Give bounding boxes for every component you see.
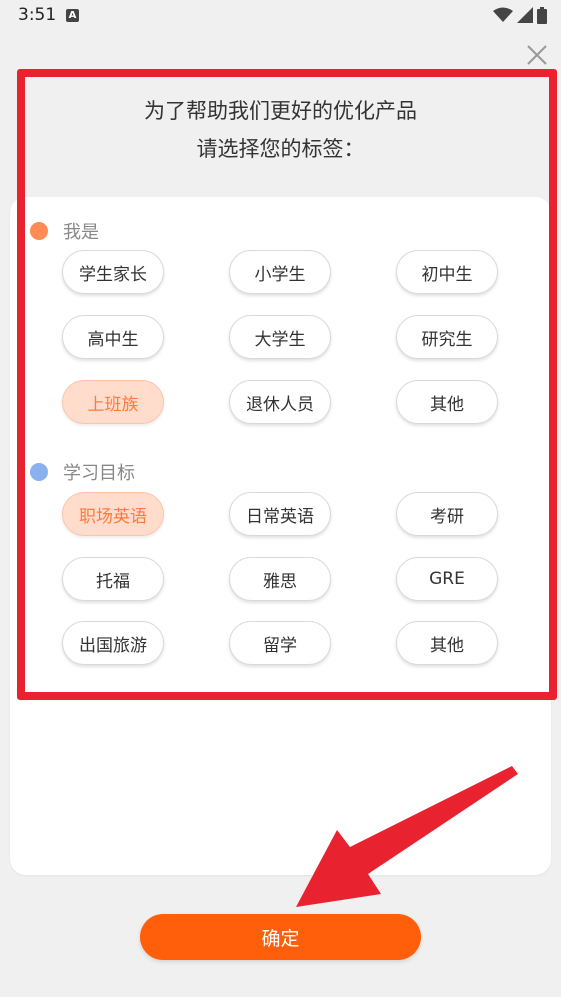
confirm-button[interactable]: 确定 — [140, 914, 421, 960]
status-time: 3:51 — [18, 5, 57, 25]
signal-icon — [517, 7, 533, 23]
wifi-icon — [493, 7, 513, 22]
annotation-highlight-box — [17, 69, 557, 700]
battery-icon — [537, 6, 547, 24]
status-bar: 3:51 A — [0, 0, 561, 30]
notification-icon: A — [66, 9, 79, 22]
status-icons — [493, 6, 547, 24]
close-icon[interactable] — [524, 42, 550, 68]
